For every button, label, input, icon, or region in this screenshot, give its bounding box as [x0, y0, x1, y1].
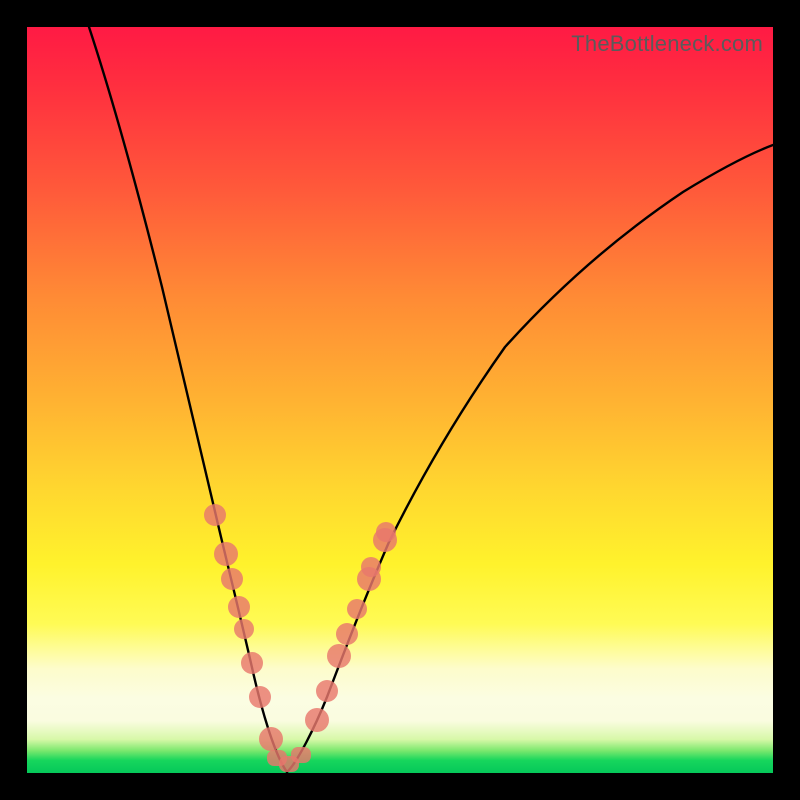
data-dot	[249, 686, 271, 708]
data-dot	[221, 568, 243, 590]
data-dot	[241, 652, 263, 674]
data-dot	[316, 680, 338, 702]
data-dot	[228, 596, 250, 618]
bottleneck-curve	[27, 27, 773, 773]
data-dot	[234, 619, 254, 639]
data-dot	[305, 708, 329, 732]
chart-frame: TheBottleneck.com	[0, 0, 800, 800]
data-dot	[214, 542, 238, 566]
data-dot	[291, 747, 311, 763]
data-dot	[327, 644, 351, 668]
data-dot	[259, 727, 283, 751]
data-dot	[204, 504, 226, 526]
curve-right-branch	[287, 145, 773, 772]
data-dot	[347, 599, 367, 619]
data-dot	[376, 522, 396, 542]
data-dot	[336, 623, 358, 645]
gradient-plot-area: TheBottleneck.com	[27, 27, 773, 773]
data-dot	[361, 557, 381, 577]
